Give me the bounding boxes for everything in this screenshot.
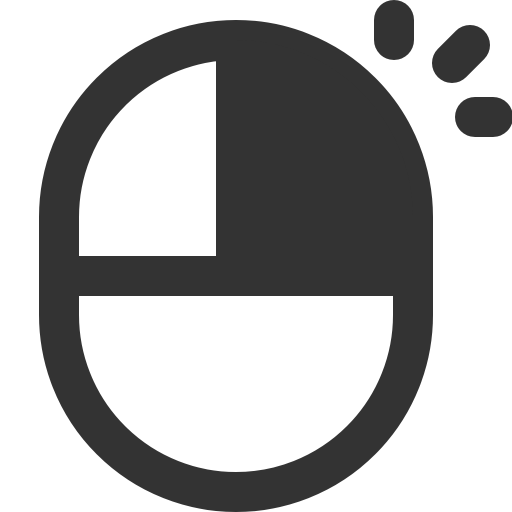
mouse-right-button-filled	[236, 40, 413, 276]
click-ray-diagonal-icon	[432, 25, 490, 83]
icon-canvas	[0, 0, 512, 512]
mouse-right-click-icon	[39, 0, 512, 512]
